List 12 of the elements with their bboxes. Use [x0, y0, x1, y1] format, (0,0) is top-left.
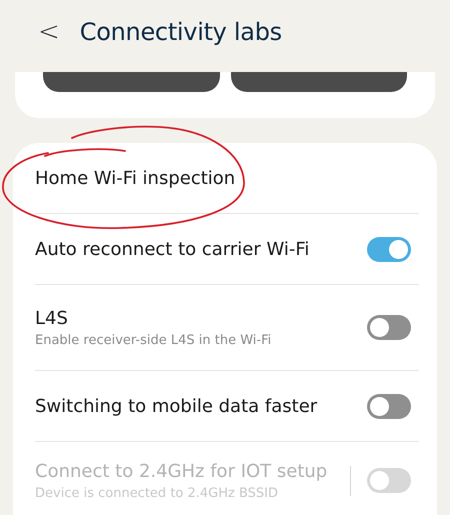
toggle-switch[interactable]: [367, 394, 411, 418]
setting-title[interactable]: L4S: [35, 308, 367, 328]
setting-title[interactable]: Home Wi-Fi inspection: [35, 168, 419, 188]
back-button[interactable]: <: [34, 17, 64, 47]
toggle-switch[interactable]: [367, 236, 411, 262]
setting-title[interactable]: Switching to mobile data faster: [35, 396, 367, 416]
action-button[interactable]: [230, 72, 407, 92]
action-button[interactable]: [43, 72, 220, 92]
toggle-switch[interactable]: [367, 315, 411, 340]
setting-description: Enable receiver-side L4S in the Wi-Fi: [35, 332, 272, 348]
page-title: Connectivity labs: [80, 18, 282, 46]
setting-title[interactable]: Auto reconnect to carrier Wi-Fi: [35, 238, 367, 260]
